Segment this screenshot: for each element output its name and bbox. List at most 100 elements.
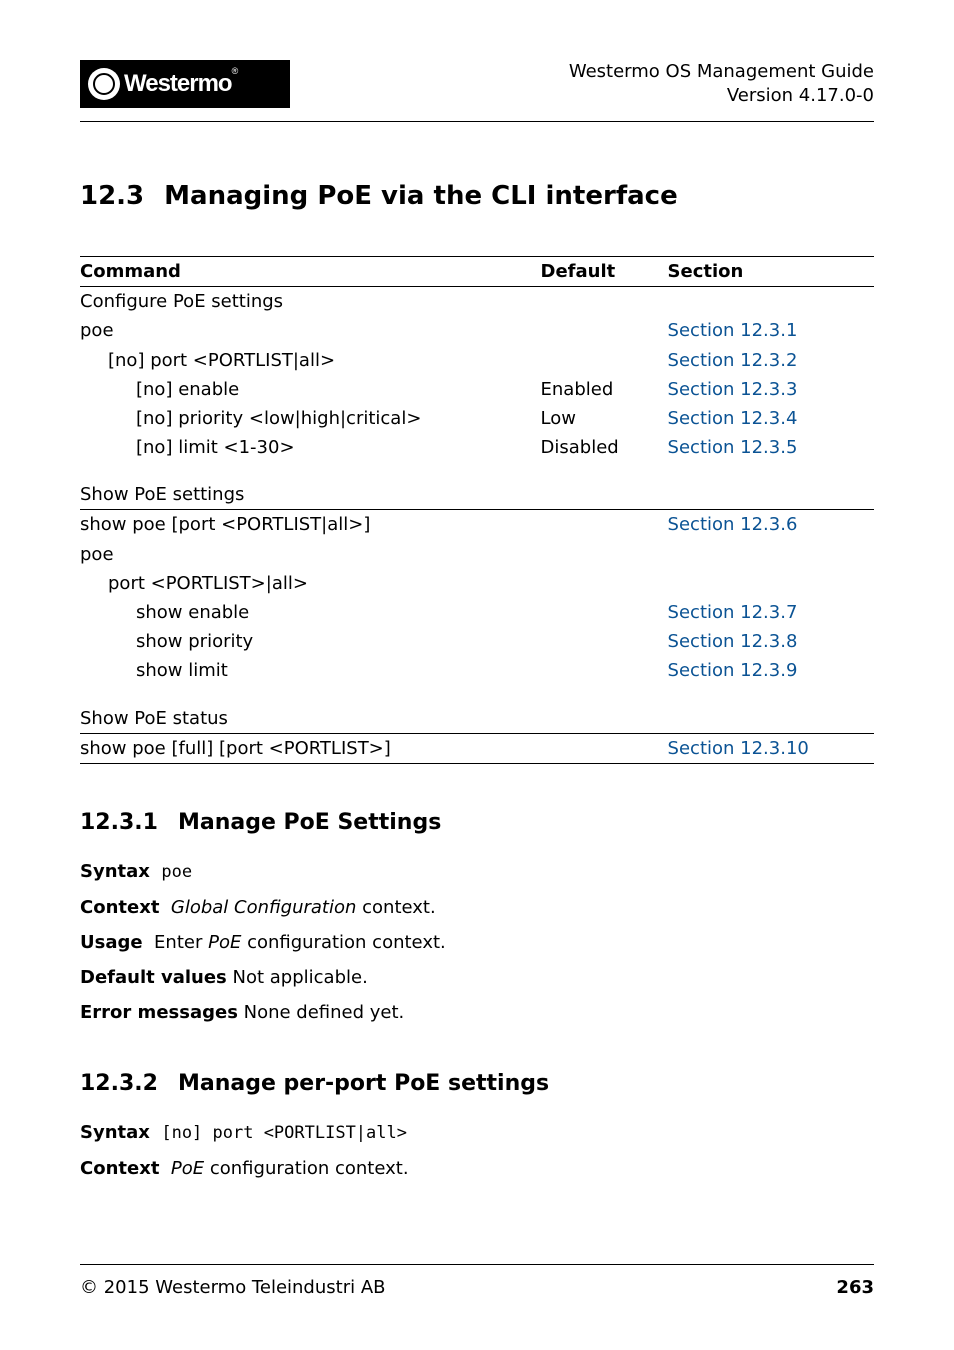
defn-value: poe [161, 862, 192, 882]
defn-value: [no] port <PORTLIST|all> [161, 1123, 407, 1143]
section-heading: 12.3 Managing PoE via the CLI interface [80, 178, 874, 214]
subsection-number: 12.3.2 [80, 1069, 158, 1100]
subsection-title: Manage per-port PoE settings [178, 1069, 549, 1100]
table-row: [no] limit <1-30> Disabled Section 12.3.… [80, 433, 874, 462]
table-row: show poe [full] [port <PORTLIST>] Sectio… [80, 733, 874, 763]
table-row: [no] enable Enabled Section 12.3.3 [80, 375, 874, 404]
table-row: port <PORTLIST>|all> [80, 569, 874, 598]
subsection-heading: 12.3.1 Manage PoE Settings [80, 808, 874, 839]
cmd-cell: poe [80, 540, 541, 569]
defn-label: Default values [80, 967, 227, 988]
group-title: Configure PoE settings [80, 287, 874, 317]
cmd-cell: show priority [80, 627, 541, 656]
table-row: poe Section 12.3.1 [80, 316, 874, 345]
group-title: Show PoE settings [80, 480, 874, 510]
defn-ital: Global Configuration [171, 897, 357, 918]
col-header-section: Section [668, 256, 874, 286]
subsection-title: Manage PoE Settings [178, 808, 441, 839]
def-cell: Low [541, 404, 668, 433]
section-link[interactable]: Section 12.3.3 [668, 375, 874, 404]
cmd-cell: [no] port <PORTLIST|all> [80, 346, 541, 375]
section-link[interactable]: Section 12.3.1 [668, 316, 874, 345]
footer-copyright: © 2015 Westermo Teleindustri AB [80, 1275, 385, 1300]
subsection-number: 12.3.1 [80, 808, 158, 839]
section-link[interactable]: Section 12.3.6 [668, 510, 874, 540]
cmd-cell: port <PORTLIST>|all> [80, 569, 541, 598]
defn-syntax: Syntax [no] port <PORTLIST|all> [80, 1120, 874, 1146]
defn-label: Context [80, 897, 159, 918]
section-link[interactable]: Section 12.3.8 [668, 627, 874, 656]
section-link[interactable]: Section 12.3.9 [668, 656, 874, 685]
def-cell [541, 569, 668, 598]
cmd-cell: [no] enable [80, 375, 541, 404]
defn-label: Error messages [80, 1002, 238, 1023]
table-group-title: Show PoE status [80, 704, 874, 734]
section-title: Managing PoE via the CLI interface [164, 178, 678, 214]
def-cell [541, 656, 668, 685]
defn-error: Error messages None defined yet. [80, 1000, 874, 1025]
def-cell [541, 346, 668, 375]
defn-default: Default values Not applicable. [80, 965, 874, 990]
defn-value: Not applicable. [227, 967, 368, 988]
table-group-title: Show PoE settings [80, 480, 874, 510]
def-cell [541, 627, 668, 656]
cmd-cell: poe [80, 316, 541, 345]
defn-rest: configuration context. [204, 1158, 408, 1179]
header-title-block: Westermo OS Management Guide Version 4.1… [569, 60, 874, 109]
command-table: Command Default Section Configure PoE se… [80, 256, 874, 764]
table-row: [no] port <PORTLIST|all> Section 12.3.2 [80, 346, 874, 375]
def-cell [541, 733, 668, 763]
footer-page-number: 263 [836, 1275, 874, 1300]
col-header-default: Default [541, 256, 668, 286]
table-spacer [80, 462, 874, 480]
logo-text: Westermo® [124, 67, 237, 101]
defn-syntax: Syntax poe [80, 859, 874, 885]
def-cell: Enabled [541, 375, 668, 404]
defn-rest: context. [356, 897, 435, 918]
table-header-row: Command Default Section [80, 256, 874, 286]
defn-label: Syntax [80, 861, 150, 882]
group-title: Show PoE status [80, 704, 874, 734]
page-footer: © 2015 Westermo Teleindustri AB 263 [80, 1264, 874, 1300]
table-spacer [80, 686, 874, 704]
defn-rest: configuration context. [241, 932, 445, 953]
section-link[interactable]: Section 12.3.10 [668, 733, 874, 763]
cmd-cell: show limit [80, 656, 541, 685]
logo-word: Westermo [124, 70, 232, 97]
col-header-command: Command [80, 256, 541, 286]
table-row: show limit Section 12.3.9 [80, 656, 874, 685]
def-cell [541, 510, 668, 540]
brand-logo: Westermo® [80, 60, 290, 108]
section-number: 12.3 [80, 178, 144, 214]
cmd-cell: [no] limit <1-30> [80, 433, 541, 462]
defn-ital: PoE [208, 932, 241, 953]
sec-cell [668, 569, 874, 598]
section-link[interactable]: Section 12.3.5 [668, 433, 874, 462]
defn-context: Context PoE configuration context. [80, 1156, 874, 1181]
section-link[interactable]: Section 12.3.7 [668, 598, 874, 627]
subsection-12-3-1: 12.3.1 Manage PoE Settings Syntax poe Co… [80, 808, 874, 1025]
defn-label: Usage [80, 932, 143, 953]
cmd-cell: show poe [full] [port <PORTLIST>] [80, 733, 541, 763]
cmd-cell: show enable [80, 598, 541, 627]
defn-value: None defined yet. [238, 1002, 404, 1023]
def-cell: Disabled [541, 433, 668, 462]
section-link[interactable]: Section 12.3.2 [668, 346, 874, 375]
table-row: show priority Section 12.3.8 [80, 627, 874, 656]
defn-label: Context [80, 1158, 159, 1179]
table-row: show poe [port <PORTLIST|all>] Section 1… [80, 510, 874, 540]
subsection-heading: 12.3.2 Manage per-port PoE settings [80, 1069, 874, 1100]
section-link[interactable]: Section 12.3.4 [668, 404, 874, 433]
table-row: [no] priority <low|high|critical> Low Se… [80, 404, 874, 433]
table-row: show enable Section 12.3.7 [80, 598, 874, 627]
defn-usage: Usage Enter PoE configuration context. [80, 930, 874, 955]
defn-ital: PoE [171, 1158, 204, 1179]
def-cell [541, 540, 668, 569]
sec-cell [668, 540, 874, 569]
doc-title: Westermo OS Management Guide [569, 60, 874, 84]
logo-mark-icon [88, 68, 120, 100]
subsection-12-3-2: 12.3.2 Manage per-port PoE settings Synt… [80, 1069, 874, 1181]
cmd-cell: [no] priority <low|high|critical> [80, 404, 541, 433]
def-cell [541, 598, 668, 627]
defn-label: Syntax [80, 1122, 150, 1143]
